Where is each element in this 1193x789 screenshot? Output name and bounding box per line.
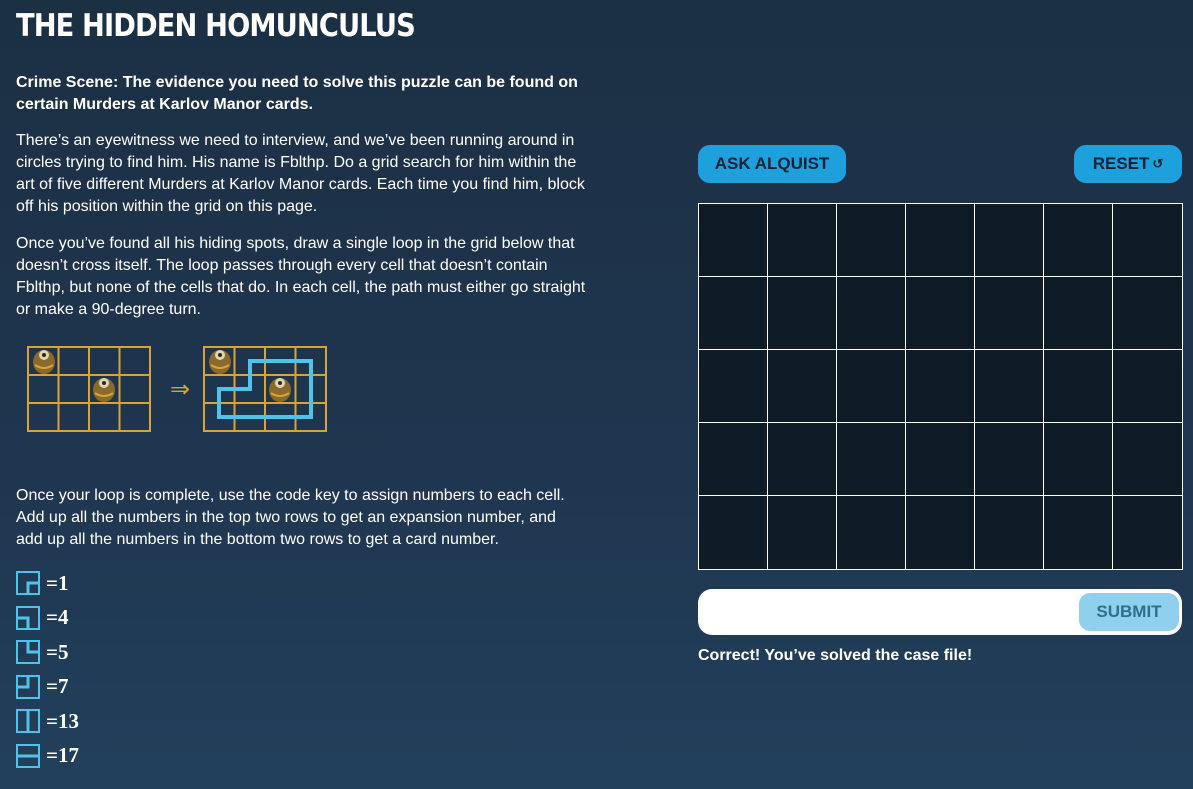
reset-icon: ↺	[1152, 156, 1164, 171]
grid-cell[interactable]	[837, 277, 906, 350]
instructions-paragraph-3: Once your loop is complete, use the code…	[16, 487, 565, 548]
grid-cell[interactable]	[837, 496, 906, 569]
ask-alquist-button[interactable]: ASK ALQUIST	[698, 145, 846, 183]
code-key-value: =1	[46, 570, 69, 595]
grid-cell[interactable]	[768, 204, 837, 277]
grid-cell[interactable]	[768, 423, 837, 496]
submit-label: SUBMIT	[1096, 602, 1162, 621]
grid-cell[interactable]	[1044, 204, 1113, 277]
grid-cell[interactable]	[1113, 423, 1182, 496]
grid-cell[interactable]	[906, 496, 975, 569]
crime-scene-lead: Crime Scene: The evidence you need to so…	[16, 74, 578, 113]
turn-left-down-icon	[16, 605, 40, 630]
grid-cell[interactable]	[1113, 496, 1182, 569]
code-key-item: =4	[16, 601, 586, 636]
grid-cell[interactable]	[699, 423, 768, 496]
grid-cell[interactable]	[1044, 423, 1113, 496]
code-key-item: =1	[16, 566, 586, 601]
grid-cell[interactable]	[768, 350, 837, 423]
turn-right-down-icon	[16, 571, 40, 596]
code-key: =1 =4 =5 =7 =13 =17	[16, 566, 586, 773]
code-key-item: =7	[16, 670, 586, 705]
fblthp-icon	[269, 378, 291, 402]
code-key-value: =4	[46, 605, 69, 630]
grid-cell[interactable]	[975, 277, 1044, 350]
grid-cell[interactable]	[906, 350, 975, 423]
grid-cell[interactable]	[975, 496, 1044, 569]
grid-cell[interactable]	[975, 350, 1044, 423]
grid-cell[interactable]	[1044, 496, 1113, 569]
puzzle-grid	[698, 203, 1183, 570]
page-title: THE HIDDEN HOMUNCULUS	[16, 8, 416, 44]
turn-up-right-icon	[16, 640, 40, 665]
instructions-paragraph-2: Once you’ve found all his hiding spots, …	[16, 235, 586, 318]
example-illustration: ⇒	[16, 337, 346, 447]
answer-input[interactable]	[708, 593, 1072, 633]
grid-cell[interactable]	[768, 277, 837, 350]
grid-cell[interactable]	[699, 350, 768, 423]
grid-cell[interactable]	[906, 277, 975, 350]
grid-cell[interactable]	[1044, 277, 1113, 350]
grid-cell[interactable]	[1044, 350, 1113, 423]
grid-cell[interactable]	[906, 423, 975, 496]
answer-form: SUBMIT	[698, 589, 1182, 635]
example-svg: ⇒	[27, 346, 327, 432]
instructions-paragraph-1: There’s an eyewitness we need to intervi…	[16, 132, 585, 215]
code-key-item: =17	[16, 739, 586, 774]
code-key-item: =13	[16, 704, 586, 739]
grid-cell[interactable]	[768, 496, 837, 569]
grid-cell[interactable]	[975, 204, 1044, 277]
grid-cell[interactable]	[699, 277, 768, 350]
vertical-straight-icon	[16, 709, 40, 734]
grid-cell[interactable]	[837, 423, 906, 496]
reset-button[interactable]: RESET ↺	[1074, 145, 1182, 183]
code-key-value: =13	[46, 708, 79, 733]
fblthp-icon	[209, 350, 231, 374]
grid-cell[interactable]	[1113, 277, 1182, 350]
fblthp-icon	[93, 378, 115, 402]
instructions-panel: Crime Scene: The evidence you need to so…	[16, 72, 586, 773]
horizontal-straight-icon	[16, 743, 40, 768]
reset-label: RESET	[1092, 154, 1150, 173]
grid-cell[interactable]	[837, 204, 906, 277]
grid-cell[interactable]	[1113, 204, 1182, 277]
grid-cell[interactable]	[699, 496, 768, 569]
grid-cell[interactable]	[837, 350, 906, 423]
submit-button[interactable]: SUBMIT	[1079, 593, 1179, 631]
code-key-value: =7	[46, 674, 69, 699]
code-key-value: =5	[46, 639, 69, 664]
result-message: Correct! You’ve solved the case file!	[698, 647, 973, 664]
code-key-value: =17	[46, 743, 79, 768]
transform-arrow: ⇒	[170, 375, 190, 403]
grid-cell[interactable]	[906, 204, 975, 277]
grid-cell[interactable]	[699, 204, 768, 277]
grid-cell[interactable]	[975, 423, 1044, 496]
code-key-item: =5	[16, 635, 586, 670]
ask-alquist-label: ASK ALQUIST	[714, 154, 830, 173]
fblthp-icon	[33, 350, 55, 374]
turn-up-left-icon	[16, 674, 40, 699]
grid-cell[interactable]	[1113, 350, 1182, 423]
